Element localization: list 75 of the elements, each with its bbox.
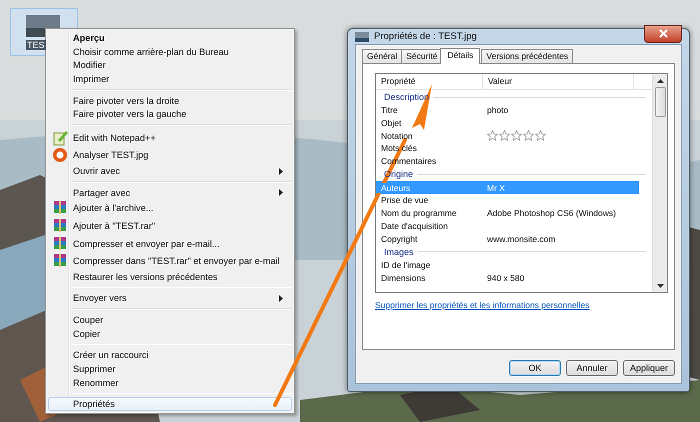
- books-stack-icon: [52, 253, 68, 270]
- menu-item[interactable]: Faire pivoter vers la gauche: [48, 108, 292, 122]
- menu-item[interactable]: Copier: [48, 326, 292, 340]
- menu-item[interactable]: Imprimer: [48, 72, 292, 86]
- file-name: TES: [26, 40, 46, 50]
- notepad-icon: [52, 130, 68, 146]
- property-row[interactable]: Objet: [376, 116, 639, 130]
- star-icon: [535, 130, 546, 142]
- property-name: Mots clés: [380, 143, 418, 154]
- star-rating[interactable]: [487, 130, 546, 142]
- image-file-icon: [355, 32, 369, 42]
- scroll-thumb[interactable]: [654, 87, 666, 117]
- property-name: Copyright: [380, 234, 418, 244]
- property-name: Date d'acquisition: [380, 220, 449, 231]
- menu-item[interactable]: Modifier: [48, 58, 292, 72]
- menu-item[interactable]: Envoyer vers: [48, 291, 292, 306]
- property-row[interactable]: Titre photo: [376, 104, 639, 117]
- books-stack-icon: [52, 200, 68, 216]
- property-row[interactable]: ID de l'image: [376, 258, 639, 272]
- property-name: Notation: [380, 130, 414, 141]
- menu-item[interactable]: Partager avec: [48, 186, 292, 200]
- property-value: Adobe Photoshop CS6 (Windows): [487, 208, 616, 218]
- tab[interactable]: Général: [362, 49, 402, 63]
- dialog-button[interactable]: Appliquer: [623, 360, 675, 376]
- star-icon: [511, 130, 522, 142]
- scroll-up-icon: [656, 79, 664, 83]
- property-row[interactable]: Nom du programme Adobe Photoshop CS6 (Windows): [376, 206, 639, 220]
- property-name: Objet: [380, 118, 402, 128]
- property-value: 940 x 580: [487, 272, 524, 283]
- menu-item[interactable]: Faire pivoter vers la droite: [48, 94, 292, 108]
- remove-properties-link[interactable]: Supprimer les propriétés et les informations personnelles: [375, 300, 590, 310]
- menu-item[interactable]: Propriétés: [48, 397, 292, 412]
- tab[interactable]: Détails: [440, 48, 480, 64]
- menu-item[interactable]: Ajouter à "TEST.rar": [48, 217, 292, 235]
- star-icon: [499, 130, 510, 142]
- property-row[interactable]: Notation: [376, 129, 639, 142]
- menu-item[interactable]: Compresser et envoyer par e-mail...: [48, 234, 292, 252]
- property-name: Dimensions: [380, 272, 426, 283]
- star-icon: [487, 130, 498, 142]
- menu-item[interactable]: Ajouter à l'archive...: [48, 200, 292, 218]
- close-button[interactable]: [644, 24, 682, 42]
- window-title: Propriétés de : TEST.jpg: [374, 31, 478, 42]
- property-row[interactable]: Dimensions 940 x 580: [376, 272, 639, 284]
- property-row[interactable]: Copyright www.monsite.com: [376, 232, 639, 245]
- menu-item[interactable]: Edit with Notepad++: [48, 129, 292, 147]
- dialog-button[interactable]: OK: [509, 360, 561, 376]
- scroll-down-icon: [656, 284, 664, 288]
- tab[interactable]: Versions précédentes: [481, 49, 574, 63]
- scrollbar[interactable]: [652, 74, 667, 292]
- property-name: ID de l'image: [380, 260, 432, 270]
- menu-item[interactable]: Restaurer les versions précédentes: [48, 270, 292, 284]
- property-row[interactable]: Mots clés: [376, 142, 639, 155]
- menu-item[interactable]: Supprimer: [48, 362, 292, 376]
- column-header[interactable]: Valeur: [483, 74, 634, 89]
- menu-item[interactable]: Créer un raccourci: [48, 348, 292, 362]
- dialog-button[interactable]: Annuler: [566, 360, 618, 376]
- books-stack-icon: [52, 236, 68, 252]
- menu-item[interactable]: Couper: [48, 312, 292, 327]
- menu-item[interactable]: Compresser dans "TEST.rar" et envoyer par e-mail: [48, 252, 292, 270]
- tab[interactable]: Sécurité: [401, 49, 442, 63]
- property-name: Nom du programme: [380, 208, 458, 218]
- property-value: www.monsite.com: [487, 234, 556, 244]
- menu-item[interactable]: Analyser TEST.jpg: [48, 146, 292, 164]
- books-stack-icon: [52, 218, 68, 234]
- group-heading: Images: [384, 246, 414, 257]
- menu-item[interactable]: Renommer: [48, 376, 292, 390]
- property-value: photo: [487, 105, 508, 116]
- property-value: Mr X: [487, 182, 505, 193]
- star-icon: [523, 130, 534, 142]
- property-name: Titre: [380, 105, 399, 116]
- property-name: Prise de vue: [380, 195, 430, 206]
- close-icon: [658, 29, 668, 38]
- property-row[interactable]: Date d'acquisition: [376, 220, 639, 232]
- menu-item[interactable]: Ouvrir avec: [48, 164, 292, 178]
- property-row[interactable]: Prise de vue: [376, 194, 639, 207]
